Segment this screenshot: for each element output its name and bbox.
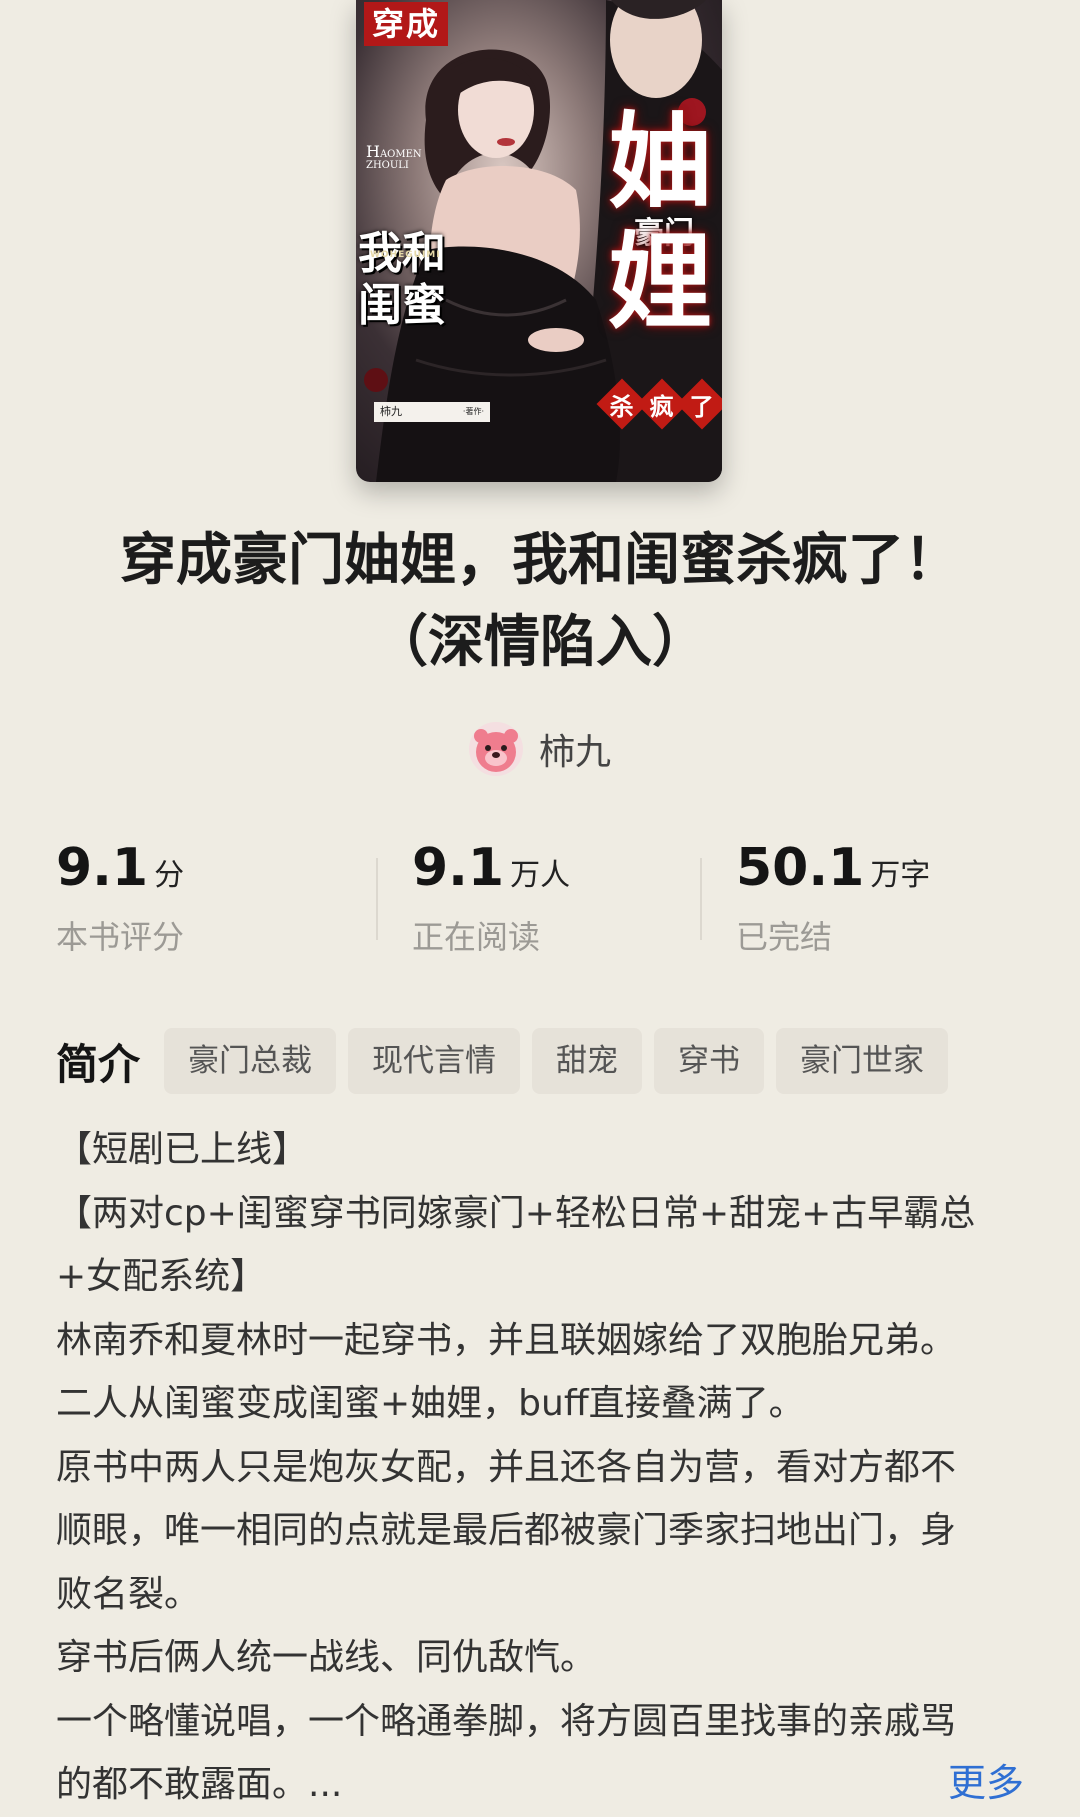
cover-brand: HAOMEN ZHOULI <box>366 144 422 172</box>
stat-readers: 9.1 万人 正在阅读 <box>412 838 570 958</box>
cover-big-char-2: 娌 <box>607 220 712 343</box>
intro-line: 的都不敢露面。... <box>56 1764 343 1805</box>
intro-line: 林南乔和夏林时一起穿书，并且联姻嫁给了双胞胎兄弟。 <box>56 1319 957 1361</box>
cover-title-line-2: 闺蜜 <box>358 280 446 331</box>
author-name[interactable]: 柿九 <box>539 723 611 775</box>
stat-words-value: 50.1 <box>736 838 865 898</box>
stat-rating-label: 本书评分 <box>56 918 185 956</box>
stat-divider <box>376 858 378 940</box>
author-row[interactable]: 柿九 <box>0 722 1080 776</box>
intro-line: 一个略懂说唱，一个略通拳脚，将方圆百里找事的亲戚骂 <box>56 1700 957 1742</box>
author-avatar[interactable] <box>468 722 523 776</box>
intro-line: +女配系统】 <box>56 1256 267 1297</box>
intro-line: 顺眼，唯一相同的点就是最后都被豪门季家扫地出门，身 <box>56 1510 957 1551</box>
stat-words-label: 已完结 <box>736 918 833 956</box>
cover-big-char-1: 妯 <box>607 100 712 223</box>
book-stats: 9.1 分 本书评分 9.1 万人 正在阅读 50.1 万字 已完结 <box>56 838 1036 968</box>
stat-readers-value: 9.1 <box>412 838 505 898</box>
cover-author-suffix: ·著作· <box>462 407 484 416</box>
intro-line: 二人从闺蜜变成闺蜜+妯娌，buff直接叠满了。 <box>56 1383 805 1424</box>
intro-line: 穿书后俩人统一战线、同仇敌忾。 <box>56 1637 597 1678</box>
genre-tag[interactable]: 豪门总裁 <box>164 1028 337 1094</box>
genre-tag[interactable]: 豪门世家 <box>776 1028 949 1094</box>
more-link[interactable]: 更多 <box>948 1752 1024 1807</box>
stat-rating: 9.1 分 本书评分 <box>56 838 184 958</box>
cover-title-en: WOHEGUIMI <box>370 250 441 260</box>
intro-line: 原书中两人只是炮灰女配，并且还各自为营，看对方都不 <box>56 1446 957 1488</box>
stat-words-unit: 万字 <box>870 858 931 893</box>
cover-stamp-3: 了 <box>676 378 722 430</box>
cover-stamp: 杀 疯 了 <box>596 378 722 430</box>
cover-brand-line-1: AOMEN <box>379 149 422 160</box>
cover-author: 柿九 ·著作· <box>374 402 490 422</box>
intro-header: 简介 豪门总裁 现代言情 甜宠 穿书 豪门世家 <box>56 1028 949 1094</box>
genre-tag[interactable]: 甜宠 <box>532 1028 643 1094</box>
stat-rating-value: 9.1 <box>56 838 149 898</box>
intro-line: 【两对cp+闺蜜穿书同嫁豪门+轻松日常+甜宠+古早霸总 <box>56 1192 976 1234</box>
book-title: 穿成豪门妯娌，我和闺蜜杀疯了！（深情陷入） <box>120 528 960 675</box>
stat-readers-unit: 万人 <box>510 858 571 893</box>
stat-rating-unit: 分 <box>154 858 185 893</box>
cover-brand-line-2: ZHOULI <box>366 160 409 171</box>
genre-tag[interactable]: 穿书 <box>654 1028 765 1094</box>
cover-tag: 穿成 <box>364 2 449 46</box>
genre-tag[interactable]: 现代言情 <box>348 1028 521 1094</box>
intro-heading: 简介 <box>56 1039 141 1089</box>
cover-title-left: 我和 闺蜜 <box>358 228 468 332</box>
pink-bear-icon <box>473 729 518 772</box>
book-cover[interactable]: 穿成 HAOMEN ZHOULI 我和 闺蜜 WOHEGUIMI 妯 豪门 娌 … <box>356 0 722 482</box>
stat-readers-label: 正在阅读 <box>412 918 541 956</box>
cover-brand-letter: H <box>366 142 380 161</box>
intro-text: 【短剧已上线】 【两对cp+闺蜜穿书同嫁豪门+轻松日常+甜宠+古早霸总 +女配系… <box>56 1118 1026 1817</box>
cover-author-name: 柿九 <box>380 405 402 418</box>
intro-line: 败名裂。 <box>56 1573 201 1615</box>
stat-words: 50.1 万字 已完结 <box>736 838 930 958</box>
stat-divider <box>700 858 702 940</box>
intro-line: 【短剧已上线】 <box>56 1129 309 1170</box>
